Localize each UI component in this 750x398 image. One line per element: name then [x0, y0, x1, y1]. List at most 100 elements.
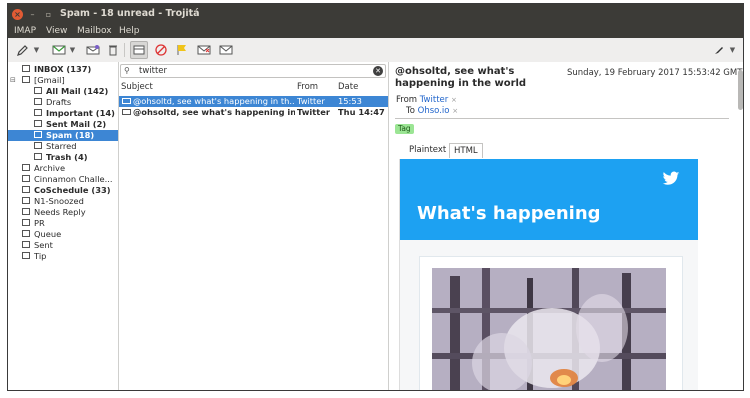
folder-item[interactable]: Needs Reply: [8, 207, 118, 218]
trash-icon: [109, 45, 117, 56]
mark-read-button[interactable]: [84, 41, 102, 59]
toolbar: ▼ ▼ ▼: [8, 38, 743, 63]
column-subject[interactable]: Subject: [121, 81, 153, 93]
title-bar: × – ▫ Spam - 18 unread - Trojitá: [8, 4, 743, 25]
folder-item[interactable]: Trash (4): [8, 152, 118, 163]
clear-search-icon[interactable]: ✕: [373, 66, 383, 76]
folder-item[interactable]: All Mail (142): [8, 86, 118, 97]
compose-menu-arrow[interactable]: ▼: [32, 41, 41, 59]
folder-icon: [22, 76, 30, 83]
message-row-selected[interactable]: @ohsoltd, see what's happening in th... …: [119, 96, 388, 107]
network-offline-button[interactable]: [152, 41, 170, 59]
folder-item[interactable]: CoSchedule (33): [8, 185, 118, 196]
flag-icon: [177, 45, 186, 55]
folder-icon: [34, 153, 42, 160]
close-window-icon[interactable]: ×: [12, 9, 23, 20]
html-content: What's happening: [399, 159, 698, 390]
header-divider: [395, 118, 729, 119]
folder-icon: [34, 98, 42, 105]
message-subject: @ohsoltd, see what's happening in ...: [133, 107, 295, 117]
folder-item[interactable]: PR: [8, 218, 118, 229]
envelope-icon: [219, 45, 233, 55]
folder-item[interactable]: Cinnamon Challe...: [8, 174, 118, 185]
folder-item[interactable]: Tip: [8, 251, 118, 262]
folder-item[interactable]: Archive: [8, 163, 118, 174]
tweet-card[interactable]: [419, 256, 683, 390]
folder-label: CoSchedule (33): [34, 185, 111, 195]
show-message-button[interactable]: [130, 41, 148, 59]
remove-from-icon[interactable]: ×: [451, 96, 457, 104]
message-date-header: Sunday, 19 February 2017 15:53:42 GMT: [567, 68, 743, 78]
menu-mailbox[interactable]: Mailbox: [77, 26, 112, 36]
maximize-window-icon[interactable]: ▫: [43, 9, 54, 20]
menu-help[interactable]: Help: [119, 26, 140, 36]
folder-icon: [22, 219, 30, 226]
menu-view[interactable]: View: [46, 26, 67, 36]
folder-item[interactable]: Queue: [8, 229, 118, 240]
to-label: To: [406, 106, 415, 116]
folder-item[interactable]: N1-Snoozed: [8, 196, 118, 207]
folder-item[interactable]: INBOX (137): [8, 64, 118, 75]
folder-label: Sent Mail (2): [46, 119, 107, 129]
folder-label: Archive: [34, 163, 66, 173]
message-view: @ohsoltd, see what's happening in the wo…: [389, 62, 743, 390]
folder-icon: [22, 175, 30, 182]
tweet-photo-art: [432, 268, 666, 390]
column-from[interactable]: From: [297, 81, 318, 93]
folder-item[interactable]: Starred: [8, 141, 118, 152]
envelope-icon: [122, 98, 131, 104]
twitter-banner: What's happening: [400, 159, 698, 240]
reply-menu-arrow[interactable]: ▼: [68, 41, 77, 59]
settings-menu-arrow[interactable]: ▼: [728, 41, 737, 59]
message-scrollbar[interactable]: [738, 70, 743, 110]
mark-spam-button[interactable]: [195, 41, 213, 59]
tag-badge[interactable]: Tag: [395, 124, 414, 134]
search-icon: ⚲: [124, 66, 130, 75]
message-date: Thu 14:47: [338, 107, 385, 117]
folder-item[interactable]: ⊟ [Gmail]: [8, 75, 118, 86]
from-row: From Twitter ×: [396, 95, 457, 105]
twitter-bird-icon: [662, 171, 680, 185]
compose-icon: [715, 47, 723, 54]
folder-label: Drafts: [46, 97, 72, 107]
folder-label: Queue: [34, 229, 62, 239]
folder-label: Cinnamon Challe...: [34, 174, 113, 184]
folder-item-selected[interactable]: Spam (18): [8, 130, 118, 141]
banner-title: What's happening: [417, 203, 601, 224]
folder-label: [Gmail]: [34, 75, 65, 85]
folder-label: PR: [34, 218, 45, 228]
column-date[interactable]: Date: [338, 81, 358, 93]
minimize-window-icon[interactable]: –: [27, 9, 38, 20]
reply-button[interactable]: [50, 41, 68, 59]
remove-to-icon[interactable]: ×: [452, 107, 458, 115]
folder-label: INBOX (137): [34, 64, 92, 74]
message-from: Twitter: [297, 96, 325, 106]
folder-tree: INBOX (137) ⊟ [Gmail] All Mail (142) Dra…: [8, 62, 119, 390]
folder-item[interactable]: Important (14): [8, 108, 118, 119]
search-input[interactable]: ⚲ twitter ✕: [120, 64, 386, 78]
show-message-icon: [133, 45, 145, 55]
compose-button[interactable]: [14, 41, 32, 59]
tab-plaintext[interactable]: Plaintext: [405, 143, 450, 157]
delete-button[interactable]: [104, 41, 122, 59]
folder-icon: [22, 164, 30, 171]
from-link[interactable]: Twitter: [420, 95, 449, 105]
to-link[interactable]: Ohso.io: [418, 106, 450, 116]
message-icon: [52, 45, 66, 55]
flag-button[interactable]: [173, 41, 191, 59]
folder-item[interactable]: Sent: [8, 240, 118, 251]
search-value: twitter: [139, 66, 168, 76]
message-row[interactable]: @ohsoltd, see what's happening in ... Tw…: [119, 107, 388, 118]
to-row: To Ohso.io ×: [406, 106, 458, 116]
folder-label: Tip: [34, 251, 47, 261]
folder-label: Sent: [34, 240, 53, 250]
from-label: From: [396, 95, 418, 105]
mark-not-spam-button[interactable]: [217, 41, 235, 59]
folder-item[interactable]: Sent Mail (2): [8, 119, 118, 130]
collapse-icon[interactable]: ⊟: [10, 75, 16, 86]
tab-html[interactable]: HTML: [449, 143, 483, 158]
tweet-image[interactable]: [432, 268, 666, 390]
menu-imap[interactable]: IMAP: [14, 26, 36, 36]
folder-item[interactable]: Drafts: [8, 97, 118, 108]
settings-button[interactable]: [710, 41, 728, 59]
